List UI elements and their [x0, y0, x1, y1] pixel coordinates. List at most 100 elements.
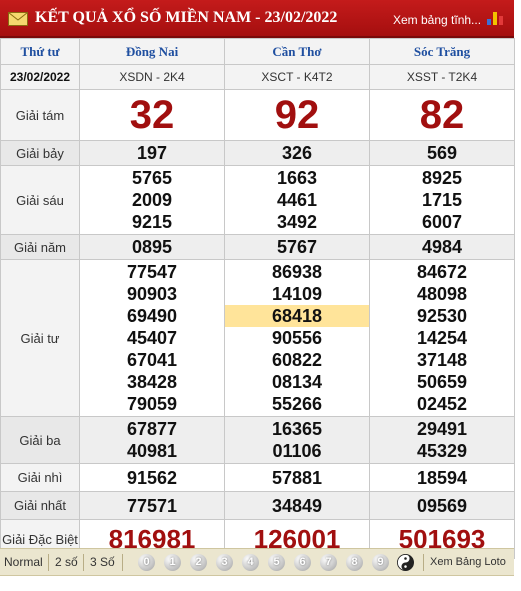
prize-number: 8925 — [421, 168, 463, 188]
prize-label: Giải ba — [0, 416, 80, 464]
digit-4-button[interactable]: 4 — [242, 554, 259, 571]
prize-number: 57881 — [271, 467, 323, 488]
mode-normal-button[interactable]: Normal — [4, 549, 43, 576]
view-static-table-link[interactable]: Xem bảng tĩnh... — [393, 13, 481, 27]
prize-number: 5767 — [276, 237, 318, 257]
prize-number: 326 — [281, 143, 313, 163]
prize-cell: 57881 — [224, 463, 370, 492]
prize-row-g1: Giải nhất 77571 34849 09569 — [0, 491, 515, 520]
prize-label: Giải nhất — [0, 491, 80, 520]
prize-number: 92 — [274, 93, 320, 137]
province-soc-trang[interactable]: Sóc Trăng — [369, 38, 515, 65]
prize-number: 4984 — [421, 237, 463, 257]
prize-cell: 1663 4461 3492 — [224, 165, 370, 235]
prize-number: 40981 — [126, 441, 178, 461]
prize-number: 0895 — [131, 237, 173, 257]
prize-cell: 18594 — [369, 463, 515, 492]
prize-number: 55266 — [271, 394, 323, 414]
prize-number: 4461 — [276, 190, 318, 210]
prize-number: 34849 — [271, 495, 323, 516]
ticket-code: XSCT - K4T2 — [224, 64, 370, 90]
ticket-code-row: 23/02/2022 XSDN - 2K4 XSCT - K4T2 XSST -… — [0, 64, 515, 90]
prize-number: 01106 — [272, 441, 322, 461]
province-can-tho[interactable]: Cần Thơ — [224, 38, 370, 65]
prize-number: 60822 — [271, 350, 323, 370]
prize-row-g6: Giải sáu 5765 2009 9215 1663 4461 3492 8… — [0, 165, 515, 235]
prize-number: 67877 — [126, 419, 178, 439]
view-loto-table-link[interactable]: Xem Bảng Loto — [430, 549, 506, 576]
prize-number: 48098 — [416, 284, 468, 304]
digit-3-button[interactable]: 3 — [216, 554, 233, 571]
digit-5-button[interactable]: 5 — [268, 554, 285, 571]
prize-number: 08134 — [271, 372, 323, 392]
prize-number: 90903 — [126, 284, 178, 304]
prize-cell: 09569 — [369, 491, 515, 520]
province-header-row: Thứ tư Đồng Nai Cần Thơ Sóc Trăng — [0, 38, 515, 65]
prize-cell: 197 — [79, 140, 225, 166]
prize-number: 45407 — [126, 328, 178, 348]
prize-cell: 67877 40981 — [79, 416, 225, 464]
prize-row-g5: Giải năm 0895 5767 4984 — [0, 234, 515, 260]
prize-number: 1715 — [421, 190, 463, 210]
prize-cell: 5765 2009 9215 — [79, 165, 225, 235]
digit-6-button[interactable]: 6 — [294, 554, 311, 571]
prize-cell: 34849 — [224, 491, 370, 520]
prize-cell: 29491 45329 — [369, 416, 515, 464]
prize-number: 1663 — [276, 168, 318, 188]
prize-row-g3: Giải ba 67877 40981 16365 01106 29491 45… — [0, 416, 515, 464]
digit-2-button[interactable]: 2 — [190, 554, 207, 571]
mode-2-digit-button[interactable]: 2 số — [55, 549, 78, 576]
prize-number: 90556 — [271, 328, 323, 348]
prize-cell: 326 — [224, 140, 370, 166]
prize-number: 86938 — [271, 262, 323, 282]
digit-7-button[interactable]: 7 — [320, 554, 337, 571]
bar-chart-icon[interactable] — [486, 10, 504, 26]
prize-row-g4: Giải tư 77547 90903 69490 45407 67041 38… — [0, 259, 515, 417]
mode-3-digit-button[interactable]: 3 Số — [90, 549, 115, 576]
prize-number: 18594 — [416, 467, 468, 488]
prize-row-g7: Giải bảy 197 326 569 — [0, 140, 515, 166]
digit-0-button[interactable]: 0 — [138, 554, 155, 571]
prize-label: Giải tư — [0, 259, 80, 417]
prize-number: 77547 — [126, 262, 178, 282]
prize-number: 14254 — [416, 328, 468, 348]
prize-cell: 92 — [224, 89, 370, 141]
results-title: KẾT QUẢ XỔ SỐ MIỀN NAM - 23/02/2022 — [35, 9, 338, 26]
mail-icon — [8, 12, 28, 26]
highlighted-prize-number: 68418 — [225, 305, 369, 327]
yin-yang-icon[interactable] — [397, 554, 414, 571]
prize-cell: 5767 — [224, 234, 370, 260]
prize-cell: 16365 01106 — [224, 416, 370, 464]
prize-number: 50659 — [416, 372, 468, 392]
digit-9-button[interactable]: 9 — [372, 554, 389, 571]
prize-number: 82 — [419, 93, 465, 137]
prize-row-g8: Giải tám 32 92 82 — [0, 89, 515, 141]
prize-cell: 569 — [369, 140, 515, 166]
prize-number: 9215 — [131, 212, 173, 232]
prize-number: 14109 — [271, 284, 323, 304]
prize-number: 67041 — [126, 350, 178, 370]
toolbar-divider — [83, 554, 84, 571]
prize-cell: 91562 — [79, 463, 225, 492]
prize-label: Giải nhì — [0, 463, 80, 492]
prize-number: 02452 — [416, 394, 468, 414]
digit-8-button[interactable]: 8 — [346, 554, 363, 571]
prize-cell: 86938 14109 68418 90556 60822 08134 5526… — [224, 259, 370, 417]
prize-cell: 77571 — [79, 491, 225, 520]
prize-number: 197 — [136, 143, 168, 163]
prize-number: 84672 — [416, 262, 468, 282]
prize-number: 569 — [426, 143, 458, 163]
prize-label: Giải bảy — [0, 140, 80, 166]
prize-number: 77571 — [126, 495, 178, 516]
prize-number: 5765 — [131, 168, 173, 188]
province-dong-nai[interactable]: Đồng Nai — [79, 38, 225, 65]
results-header: KẾT QUẢ XỔ SỐ MIỀN NAM - 23/02/2022 Xem … — [0, 0, 514, 38]
prize-cell: 84672 48098 92530 14254 37148 50659 0245… — [369, 259, 515, 417]
toolbar-divider — [423, 554, 424, 571]
prize-number: 38428 — [126, 372, 178, 392]
prize-cell: 77547 90903 69490 45407 67041 38428 7905… — [79, 259, 225, 417]
prize-label: Giải năm — [0, 234, 80, 260]
digit-1-button[interactable]: 1 — [164, 554, 181, 571]
draw-date: 23/02/2022 — [0, 64, 80, 90]
prize-number: 32 — [129, 93, 175, 137]
